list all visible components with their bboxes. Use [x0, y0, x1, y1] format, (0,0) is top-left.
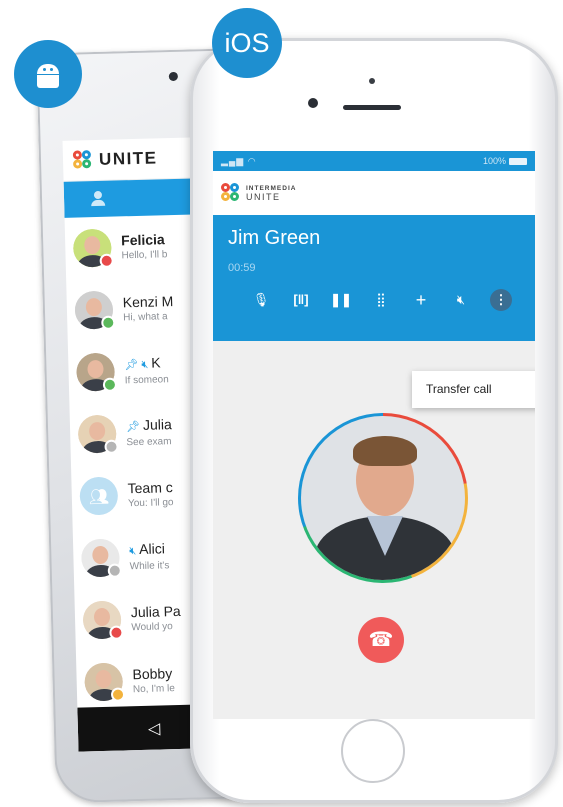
avatar	[76, 352, 118, 392]
android-app-title: UNITE	[98, 148, 158, 169]
call-controls: 🎙︎ [‖] ❚❚ ⣿ + 🔇︎ ⋮	[241, 289, 512, 311]
hangup-phone-icon: ☎︎	[368, 629, 394, 651]
contact-name: Alici	[138, 540, 166, 558]
contact-name: Team c	[127, 479, 173, 497]
mute-speaker-icon[interactable]: 🔇︎	[441, 289, 481, 311]
battery-percent: 100%	[482, 156, 506, 166]
contact-name: Felicia	[120, 231, 165, 249]
contact-preview: Hello, I'll b	[121, 249, 168, 262]
caller-photo	[301, 416, 465, 580]
call-header: Jim Green 00:59 🎙︎ [‖] ❚❚ ⣿ + 🔇︎ ⋮	[213, 215, 535, 341]
microphone-icon[interactable]: 🎙︎	[241, 289, 281, 311]
unite-logo-icon	[72, 150, 94, 171]
contact-name: Bobby	[132, 665, 173, 683]
status-busy-icon	[99, 253, 114, 268]
pin-icon: 📌︎	[124, 358, 139, 372]
contact-preview: If someon	[124, 374, 169, 387]
add-icon[interactable]: +	[401, 289, 441, 311]
avatar	[74, 290, 116, 330]
android-robot-icon	[35, 60, 61, 88]
ios-label: iOS	[224, 27, 270, 58]
hangup-button[interactable]: ☎︎	[358, 617, 404, 663]
pin-icon: 📌︎	[125, 420, 141, 434]
iphone-camera	[308, 98, 318, 108]
transfer-call-menu-item[interactable]: Transfer call	[412, 371, 535, 408]
more-icon[interactable]: ⋮	[490, 289, 512, 311]
status-online-icon	[102, 377, 118, 392]
group-icon: 👥︎	[88, 488, 110, 507]
contact-preview: While it's	[129, 560, 170, 573]
contact-name-row: 📌︎ Julia	[126, 415, 172, 436]
signal-wifi-icon: ▂▄▆ ◠	[221, 155, 257, 166]
android-badge	[14, 40, 82, 108]
contact-preview: No, I'm le	[132, 683, 175, 696]
contact-name: K	[151, 354, 161, 371]
keypad-icon[interactable]: ⣿	[361, 289, 401, 311]
avatar	[72, 228, 114, 268]
status-online-icon	[101, 315, 116, 330]
battery-icon	[509, 158, 527, 166]
contact-name-row: 🔇︎ Alici	[129, 539, 169, 560]
ios-brand-bar: INTERMEDIA UNITE	[213, 171, 535, 215]
android-camera	[168, 71, 178, 82]
contact-name: Julia Pa	[130, 602, 181, 621]
call-timer: 00:59	[228, 262, 256, 274]
iphone: ▂▄▆ ◠ 100% INTERMEDIA UNITE Jim Green 00…	[190, 38, 558, 803]
avatar	[82, 600, 124, 640]
brand-product: UNITE	[246, 192, 281, 202]
iphone-screen: ▂▄▆ ◠ 100% INTERMEDIA UNITE Jim Green 00…	[213, 151, 535, 719]
pause-icon[interactable]: ❚❚	[321, 289, 361, 311]
status-offline-icon	[104, 439, 119, 454]
avatar	[77, 414, 119, 454]
ios-badge: iOS	[212, 8, 282, 78]
mute-icon: 🔇︎	[141, 358, 149, 371]
contact-preview: Would yo	[131, 621, 173, 634]
contact-preview: See exam	[126, 436, 172, 449]
status-away-icon	[110, 687, 126, 702]
mute-icon: 🔇︎	[129, 545, 137, 558]
contact-preview: You: I'll go	[127, 497, 174, 510]
home-button[interactable]	[341, 719, 405, 783]
contact-name: Julia	[142, 416, 172, 433]
caller-avatar	[298, 413, 468, 583]
avatar	[84, 662, 126, 702]
transfer-icon[interactable]: [‖]	[281, 289, 321, 311]
contact-name-row: 📌︎ 🔇︎ K	[124, 353, 168, 374]
iphone-speaker	[343, 105, 401, 110]
status-busy-icon	[109, 625, 124, 640]
iphone-sensor	[369, 78, 375, 84]
battery-group: 100%	[483, 156, 527, 166]
contact-preview: Hi, what a	[123, 311, 168, 324]
status-offline-icon	[107, 563, 122, 578]
group-avatar: 👥︎	[79, 476, 119, 516]
person-icon[interactable]	[90, 191, 106, 207]
unite-logo-icon	[221, 183, 241, 203]
back-triangle-icon[interactable]: ◁	[148, 719, 161, 739]
avatar	[80, 538, 122, 578]
contact-name: Kenzi M	[122, 293, 174, 311]
ios-status-bar: ▂▄▆ ◠ 100%	[213, 151, 535, 171]
caller-name: Jim Green	[228, 227, 321, 249]
